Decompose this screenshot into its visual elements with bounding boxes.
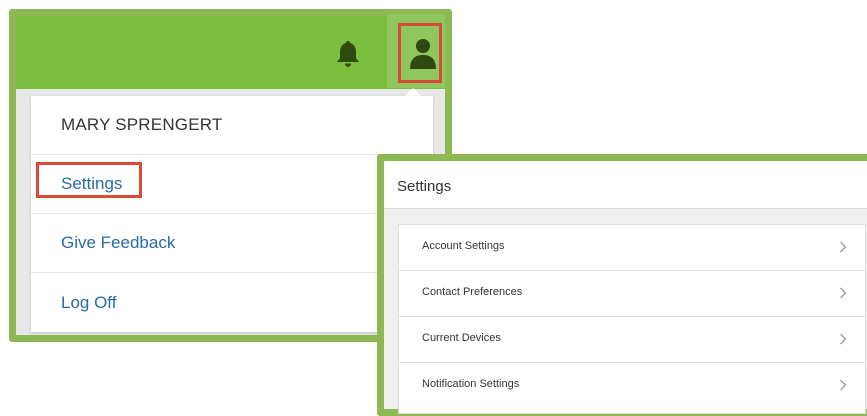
menu-item-log-off[interactable]: Log Off xyxy=(31,273,433,332)
settings-item-label: Notification Settings xyxy=(422,378,520,390)
user-name-row: MARY SPRENGERT xyxy=(31,96,433,155)
settings-list: Account Settings Contact Preferences Cur… xyxy=(398,224,866,414)
chevron-right-icon xyxy=(840,379,847,391)
chevron-right-icon xyxy=(840,241,847,253)
settings-header: Settings xyxy=(384,161,867,209)
settings-item-account-settings[interactable]: Account Settings xyxy=(399,225,865,271)
chevron-right-icon xyxy=(840,333,847,345)
settings-item-contact-preferences[interactable]: Contact Preferences xyxy=(399,271,865,317)
settings-item-current-devices[interactable]: Current Devices xyxy=(399,317,865,363)
menu-item-log-off-label: Log Off xyxy=(61,292,117,312)
page-title: Settings xyxy=(397,178,452,195)
menu-item-give-feedback[interactable]: Give Feedback xyxy=(31,214,433,273)
settings-item-notification-settings[interactable]: Notification Settings xyxy=(399,363,865,409)
settings-item-label: Contact Preferences xyxy=(422,286,523,298)
settings-item-label: Account Settings xyxy=(422,240,505,252)
app-header-bar xyxy=(16,16,445,89)
user-name: MARY SPRENGERT xyxy=(61,115,223,134)
user-dropdown-menu: MARY SPRENGERT Settings Give Feedback Lo… xyxy=(31,96,433,332)
menu-item-give-feedback-label: Give Feedback xyxy=(61,233,176,252)
settings-panel: Settings Account Settings Contact Prefer… xyxy=(377,154,867,416)
settings-highlight-box xyxy=(36,162,142,198)
settings-item-label: Current Devices xyxy=(422,332,501,344)
bell-icon[interactable] xyxy=(335,40,361,68)
chevron-right-icon xyxy=(840,287,847,299)
user-icon[interactable] xyxy=(398,23,442,83)
